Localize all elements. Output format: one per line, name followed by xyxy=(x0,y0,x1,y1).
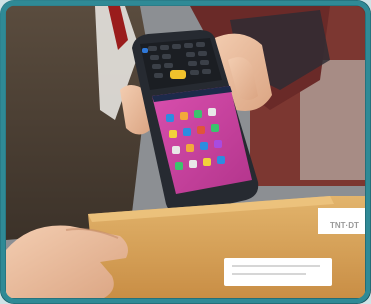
parcel-tag-text: TNT·DT xyxy=(330,221,359,230)
scan-button xyxy=(170,70,186,79)
photo-frame: TNT·DT xyxy=(0,0,371,304)
photo-scene: TNT·DT xyxy=(0,0,371,304)
parcel-envelope: TNT·DT xyxy=(88,196,365,298)
shipping-label xyxy=(224,258,332,286)
